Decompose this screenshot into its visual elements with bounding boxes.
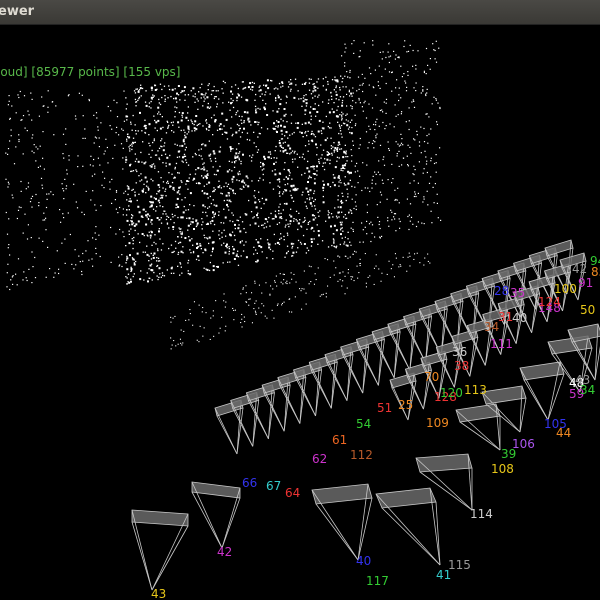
camera-label: 70	[424, 370, 439, 384]
camera-label: 42	[572, 262, 587, 276]
camera-label: 44	[556, 426, 571, 440]
camera-label: 54	[356, 417, 371, 431]
camera-label: 28	[494, 284, 509, 298]
camera-label: 40	[356, 554, 371, 568]
camera-label: 124	[538, 295, 561, 309]
viewer-status-text: loud] [85977 points] [155 vps]	[0, 65, 181, 79]
camera-label: 35	[510, 286, 525, 300]
scene-canvas: 4342117404111511466 67 6462 112615410839106…	[5, 40, 600, 600]
camera-label: 43	[575, 373, 590, 387]
camera-label: 109	[426, 416, 449, 430]
point-cloud-viewport[interactable]: 43 42 117 40 41 115 114 66 67 64 62 112 61 54 108 39 106…	[0, 25, 600, 600]
camera-label: 61	[332, 433, 347, 447]
camera-label: 50	[580, 303, 595, 317]
window-titlebar[interactable]: ewer	[0, 0, 600, 25]
camera-label: 111	[490, 337, 513, 351]
camera-label: 66	[242, 476, 257, 490]
camera-label: 64	[285, 486, 300, 500]
camera-label: 40	[512, 311, 527, 325]
camera-label: 115	[448, 558, 471, 572]
camera-label: 34	[484, 320, 499, 334]
camera-label: 108	[491, 462, 514, 476]
camera-label: 112	[350, 448, 373, 462]
camera-label: 114	[470, 507, 493, 521]
camera-label: 113	[464, 383, 487, 397]
camera-label: 100	[554, 282, 577, 296]
camera-label: 106	[512, 437, 535, 451]
camera-label: 62	[312, 452, 327, 466]
camera-label: 85	[591, 265, 600, 279]
camera-label: 51	[377, 401, 392, 415]
camera-labels: 4342117404111511466 67 6462 112615410839106…	[151, 254, 600, 600]
window-title: ewer	[0, 4, 35, 19]
camera-label: 43	[151, 587, 166, 600]
camera-label: 67	[266, 479, 281, 493]
camera-label: 38	[454, 359, 469, 373]
camera-label: 42	[217, 545, 232, 559]
point-cloud	[5, 40, 442, 350]
camera-label: 36	[452, 345, 467, 359]
camera-label: 31	[498, 310, 513, 324]
camera-label: 120	[440, 386, 463, 400]
camera-label: 25	[398, 398, 413, 412]
camera-frusta	[131, 239, 600, 591]
camera-label: 117	[366, 574, 389, 588]
